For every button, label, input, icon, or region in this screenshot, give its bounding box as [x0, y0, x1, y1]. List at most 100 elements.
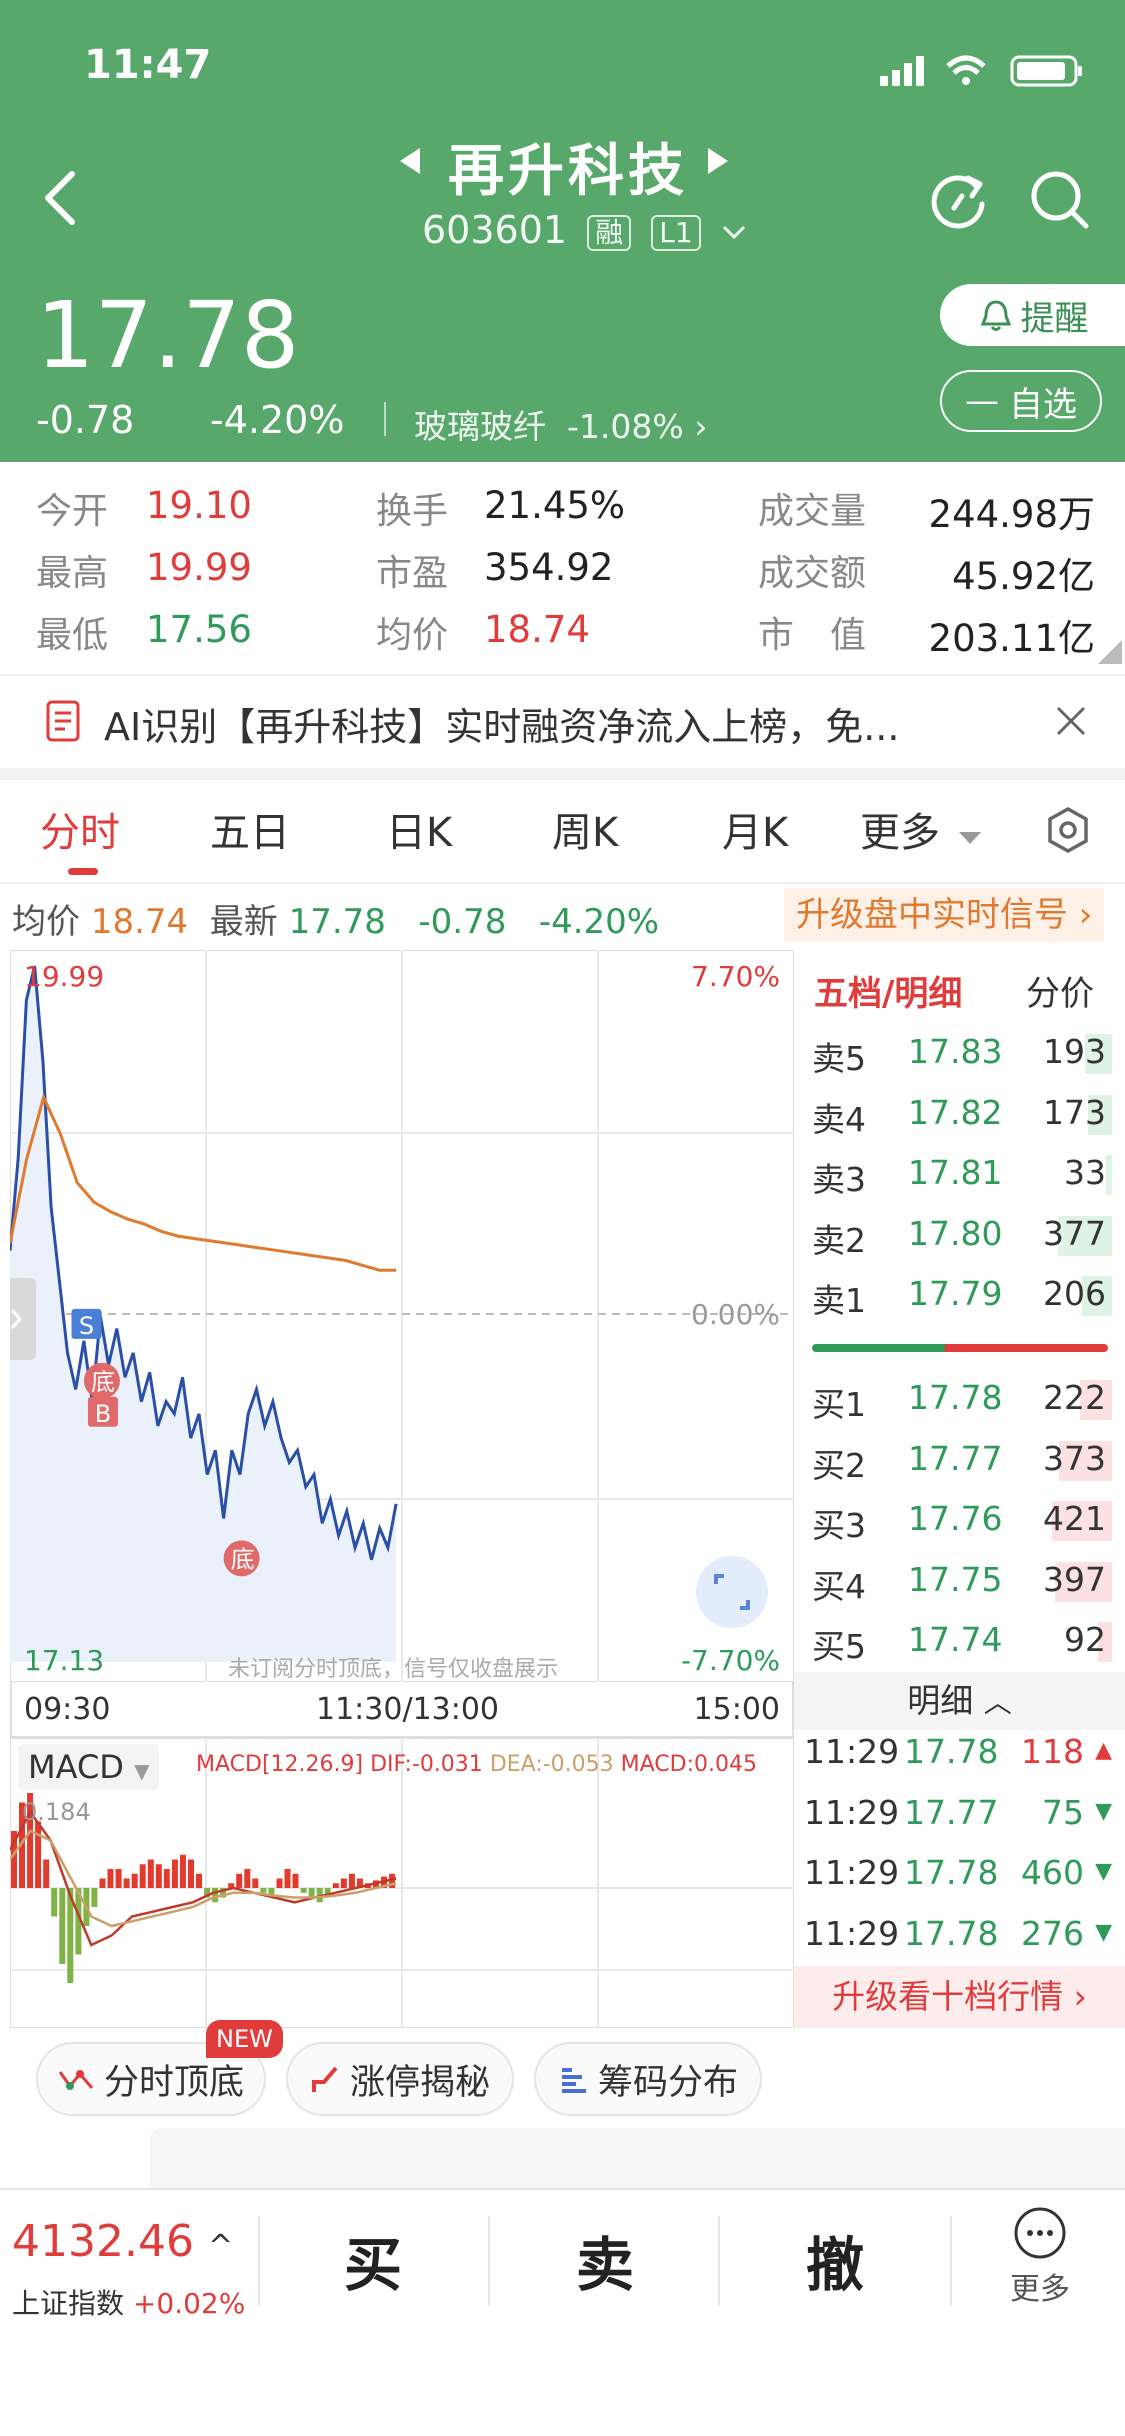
margin-badge: 融: [587, 214, 632, 251]
close-icon[interactable]: [1054, 704, 1088, 738]
bid-volume: 373: [1043, 1438, 1106, 1478]
expand-corner-icon[interactable]: [1098, 640, 1122, 664]
macd-bar: [139, 1864, 146, 1888]
watchlist-button[interactable]: — 自选: [940, 370, 1102, 432]
next-stock-icon[interactable]: [706, 146, 730, 176]
tab-weekly-k[interactable]: 周K: [552, 800, 618, 858]
remind-button[interactable]: 提醒: [940, 284, 1125, 346]
buy-button[interactable]: 买: [344, 2218, 402, 2302]
upgrade-signal-label: 升级盘中实时信号: [796, 895, 1068, 935]
fullscreen-button[interactable]: [696, 1556, 768, 1628]
chart-watermark: 未订阅分时顶底，信号仅收盘展示: [228, 1657, 558, 1682]
tab-more[interactable]: 更多: [860, 800, 981, 858]
ask-price: 17.80: [908, 1213, 1003, 1253]
bid-row[interactable]: 买1 17.78 222: [812, 1370, 1112, 1430]
stock-code-row[interactable]: 603601 融 L1: [422, 208, 747, 252]
back-icon[interactable]: [40, 170, 80, 226]
macd-params: MACD[12.26.9]: [196, 1752, 364, 1777]
ask-row[interactable]: 卖5 17.83 193: [812, 1024, 1112, 1084]
sell-button[interactable]: 卖: [576, 2218, 634, 2302]
current-price: 17.78: [36, 282, 300, 389]
side-drawer-handle[interactable]: [10, 1278, 36, 1360]
bid-row[interactable]: 买2 17.77 373: [812, 1431, 1112, 1491]
info-change: -0.78: [418, 902, 507, 942]
bid-price: 17.78: [908, 1378, 1003, 1417]
limit-up-chip[interactable]: 涨停揭秘: [286, 2042, 514, 2116]
macd-macd-value: MACD:0.045: [620, 1752, 757, 1777]
macd-bar: [99, 1878, 106, 1888]
ai-banner-text: AI识别【再升科技】实时融资净流入上榜，免...: [104, 705, 900, 749]
divider: [488, 2216, 490, 2306]
info-change-pct: -4.20%: [538, 902, 660, 942]
partial-content-strip: [150, 2128, 1125, 2188]
y-min-label: 17.13: [24, 1644, 104, 1677]
ask-volume: 173: [1043, 1092, 1106, 1132]
bid-price: 17.74: [908, 1620, 1003, 1659]
macd-bar: [179, 1854, 186, 1888]
upgrade-level10-link[interactable]: 升级看十档行情 ›: [794, 1966, 1125, 2028]
refresh-icon[interactable]: [926, 168, 990, 232]
tab-intraday[interactable]: 分时: [40, 800, 120, 858]
ask-row[interactable]: 卖1 17.79 206: [812, 1266, 1112, 1326]
section-gap: [0, 768, 1125, 780]
intraday-chart[interactable]: 顶S底B底 19.99 17.13 7.70% 0.00% -7.70% 未订阅…: [10, 950, 794, 1682]
macd-bar: [59, 1888, 66, 1964]
search-icon[interactable]: [1028, 168, 1092, 232]
by-price-tab[interactable]: 分价: [1026, 966, 1094, 1015]
macd-bar: [236, 1873, 243, 1888]
divider: [258, 2216, 260, 2306]
macd-label: MACD: [28, 1748, 124, 1786]
ai-banner[interactable]: AI识别【再升科技】实时融资净流入上榜，免...: [0, 676, 1125, 768]
detail-toggle[interactable]: 明细 ︿: [794, 1672, 1125, 1730]
ask-volume-bar: [1106, 1155, 1112, 1195]
chevron-up-icon: ︿: [983, 1686, 1012, 1719]
ask-row[interactable]: 卖4 17.82 173: [812, 1085, 1112, 1145]
x-tick-midday: 11:30/13:00: [316, 1692, 500, 1727]
level-badge: L1: [651, 214, 701, 251]
bid-volume: 222: [1043, 1378, 1106, 1417]
settings-icon[interactable]: [1044, 806, 1092, 854]
tab-monthly-k[interactable]: 月K: [722, 800, 788, 858]
tab-daily-k[interactable]: 日K: [386, 800, 452, 858]
ask-label: 卖4: [812, 1099, 866, 1139]
macd-dea-value: DEA:-0.053: [489, 1752, 614, 1777]
macd-selector[interactable]: MACD ▼: [18, 1744, 160, 1790]
index-quote[interactable]: 4132.46 ^: [12, 2216, 233, 2267]
more-button[interactable]: 更多: [1000, 2206, 1080, 2308]
signal-label: 底: [231, 1545, 255, 1573]
ask-row[interactable]: 卖2 17.80 377: [812, 1206, 1112, 1266]
macd-bar: [188, 1859, 194, 1888]
prev-stock-icon[interactable]: [398, 146, 422, 176]
order-book-tab[interactable]: 五档/明细: [814, 966, 962, 1015]
bid-row[interactable]: 买4 17.75 397: [812, 1552, 1112, 1612]
bid-row[interactable]: 买5 17.74 92: [812, 1612, 1112, 1672]
stock-name: 再升科技: [448, 139, 688, 204]
volume-value: 244.98万: [928, 493, 1095, 536]
ask-row[interactable]: 卖3 17.81 33: [812, 1145, 1112, 1205]
macd-bar: [300, 1888, 307, 1893]
status-time: 11:47: [84, 42, 212, 88]
chevron-down-icon: [722, 225, 745, 239]
trade-time: 11:29: [804, 1792, 900, 1832]
low-value: 17.56: [146, 608, 252, 651]
upgrade-signal-link[interactable]: 升级盘中实时信号 ›: [784, 888, 1105, 942]
ask-label: 卖3: [812, 1160, 866, 1199]
bid-row[interactable]: 买3 17.76 421: [812, 1491, 1112, 1551]
mcap-value: 203.11亿: [928, 617, 1095, 660]
arrow-down-icon: ▼: [1095, 1798, 1112, 1824]
sector-link[interactable]: 玻璃玻纤 -1.08% ›: [414, 400, 707, 448]
high-value: 19.99: [146, 546, 252, 589]
ask-volume: 193: [1043, 1032, 1106, 1071]
cancel-order-button[interactable]: 撤: [806, 2218, 864, 2302]
bid-volume: 397: [1043, 1559, 1106, 1599]
macd-bar: [244, 1869, 251, 1888]
tab-five-day[interactable]: 五日: [210, 800, 290, 858]
macd-bar: [123, 1878, 130, 1888]
index-sub: 上证指数 +0.02%: [12, 2282, 245, 2322]
document-icon: [46, 700, 80, 742]
macd-bar: [260, 1888, 267, 1893]
chip-distribution-chip[interactable]: 筹码分布: [534, 2042, 762, 2116]
chip-distribution-icon: [561, 2068, 586, 2093]
trade-volume: 276: [1021, 1913, 1084, 1953]
ask-volume: 206: [1043, 1274, 1106, 1313]
